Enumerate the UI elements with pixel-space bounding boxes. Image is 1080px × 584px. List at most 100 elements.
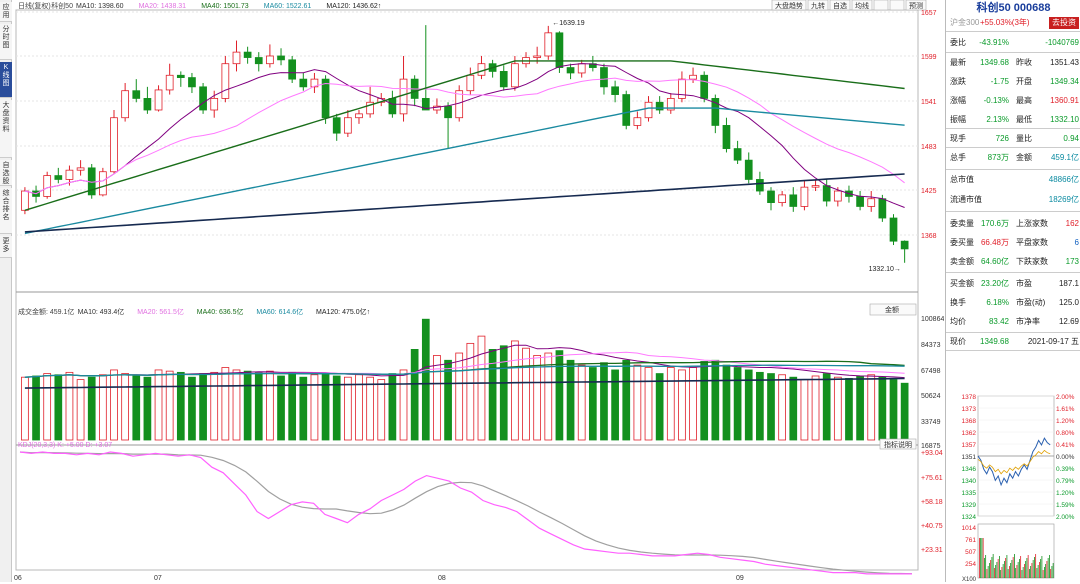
order-label-0: 委卖量: [950, 219, 974, 228]
volume-bar: [644, 367, 653, 441]
kline-ylabel-3: 1483: [921, 144, 937, 151]
candle-body: [622, 94, 631, 126]
kline-ylabel-5: 1368: [921, 233, 937, 240]
mini-vol-bar: [1050, 569, 1052, 578]
mini-left-label-8: 1335: [962, 490, 977, 497]
quote-label2-2: 开盘: [1016, 77, 1032, 86]
volume-bar: [633, 364, 642, 441]
candle-body: [533, 55, 542, 58]
quote-value-4: 2.13%: [986, 115, 1009, 124]
kline-ma40-line: [24, 60, 905, 211]
candle-body: [99, 171, 107, 196]
stat-value2-2: 12.69: [1058, 317, 1079, 326]
volume-bar: [433, 355, 441, 441]
stat-label2-2: 市净率: [1016, 317, 1040, 326]
candle-body: [399, 78, 408, 115]
candle-body: [700, 74, 709, 99]
volume-bar: [110, 369, 118, 441]
volume-bar: [444, 359, 452, 441]
candle-body: [266, 55, 274, 65]
stat-label2-0: 市盈: [1016, 279, 1032, 288]
volume-legend-2: MA20: 561.5亿: [137, 307, 184, 316]
quote-value-1: 1349.68: [980, 58, 1009, 67]
candle-body: [165, 74, 174, 91]
volume-legend-0: 成交金额: 459.1亿: [18, 307, 74, 316]
left-tab-3[interactable]: 大盘资料: [0, 100, 12, 158]
candle-body: [54, 175, 63, 180]
quote-value2-4: 1332.10: [1050, 115, 1079, 124]
left-tab-1[interactable]: 分时图: [0, 24, 12, 60]
mini-right-label-9: 1.59%: [1056, 502, 1075, 509]
kline-legend-3: MA20: 1438.31: [139, 3, 187, 10]
kline-legend-4: MA40: 1501.73: [201, 3, 249, 10]
volume-bar: [266, 370, 274, 441]
mini-vol-bar: [982, 538, 984, 578]
volume-bar: [666, 367, 675, 441]
left-tab-2[interactable]: K线图: [0, 62, 12, 98]
stat-label-2: 均价: [950, 317, 966, 326]
volume-bar: [199, 373, 207, 441]
volume-bar: [410, 349, 419, 441]
volume-bar: [577, 364, 586, 441]
order-value-0: 170.6万: [980, 219, 1009, 228]
mini-left-label-1: 1373: [962, 406, 977, 413]
kline-legend-1: 科创50: [51, 1, 73, 10]
candle-body: [889, 217, 898, 242]
stat-label2-1: 市盈(动): [1016, 298, 1046, 307]
mini-vol-bar: [1019, 559, 1020, 578]
volume-bar: [588, 367, 597, 441]
left-tab-5[interactable]: 综合排名: [0, 188, 12, 234]
mini-vol-bar: [1011, 560, 1013, 578]
mini-vol-bar: [1007, 569, 1009, 578]
quote-panel: 科创50 000688 沪金300 +55.03%(3年) 去投资 委比 -43.91%…: [945, 0, 1080, 582]
mini-right-label-8: 1.20%: [1056, 490, 1075, 497]
volume-bar: [711, 359, 720, 441]
left-tab-6[interactable]: 更多: [0, 236, 12, 258]
toolbar-button-4[interactable]: [873, 0, 889, 11]
candle-body: [232, 51, 241, 65]
quote-label-3: 涨幅: [950, 96, 966, 105]
candle-body: [555, 32, 564, 68]
invest-button[interactable]: 去投资: [1049, 17, 1079, 29]
candle-body: [355, 113, 363, 119]
candle-body: [566, 67, 575, 74]
now-label: 现价: [950, 337, 966, 346]
candle-body: [611, 86, 619, 95]
chart-svg[interactable]: 大盘趋势 九转 自选 均线 预测 日线(复权) 科创50 MA10: 1398.60 MA20:…: [12, 0, 944, 582]
quote-value-5: 726: [995, 134, 1009, 143]
chart-area[interactable]: 大盘趋势 九转 自选 均线 预测 日线(复权) 科创50 MA10: 1398.60 MA20:…: [12, 0, 944, 582]
volume-ylabel-0: 100864: [921, 316, 944, 323]
mini-vol-bar: [1009, 566, 1010, 578]
mini-vol-bar: [1021, 570, 1023, 578]
mini-vol-bar: [1020, 556, 1022, 578]
candle-body: [544, 32, 553, 57]
volume-bar: [611, 369, 619, 441]
candle-body: [577, 63, 586, 74]
left-tab-4[interactable]: 自选股: [0, 160, 12, 186]
volume-bar: [689, 367, 697, 441]
stat-label-0: 买金额: [950, 279, 974, 288]
candle-body: [477, 63, 486, 76]
mini-vol-bar: [995, 565, 997, 578]
toolbar-button-5[interactable]: [889, 0, 905, 11]
volume-bar: [900, 382, 909, 441]
left-tab-bar: 应用分时图 K线图大盘资料自选股综合排名更多: [0, 0, 12, 582]
volume-bar: [99, 374, 107, 441]
volume-bar: [455, 352, 464, 441]
volume-legend-1: MA10: 493.4亿: [78, 307, 125, 316]
volume-bar: [522, 347, 530, 441]
candle-body: [21, 190, 29, 211]
quote-value-3: -0.13%: [983, 96, 1009, 105]
mini-vol-bar: [1002, 564, 1004, 578]
breadth-label-1: 平盘家数: [1016, 238, 1048, 247]
volume-bar: [856, 375, 864, 441]
breadth-value-0: 162: [1065, 219, 1079, 228]
candle-body: [722, 125, 731, 149]
candle-body: [800, 186, 809, 207]
left-tab-0[interactable]: 应用: [0, 2, 12, 22]
mini-right-label-5: 0.00%: [1056, 454, 1075, 461]
mini-vol-bar: [1001, 567, 1003, 578]
stat-value2-0: 187.1: [1058, 279, 1079, 288]
quote-value-0: -43.91%: [979, 38, 1009, 47]
intraday-mini-chart[interactable]: 1378 2.00% 1373 1.61% 1368 1.20% 1362 0.80% 1357…: [946, 392, 1080, 582]
